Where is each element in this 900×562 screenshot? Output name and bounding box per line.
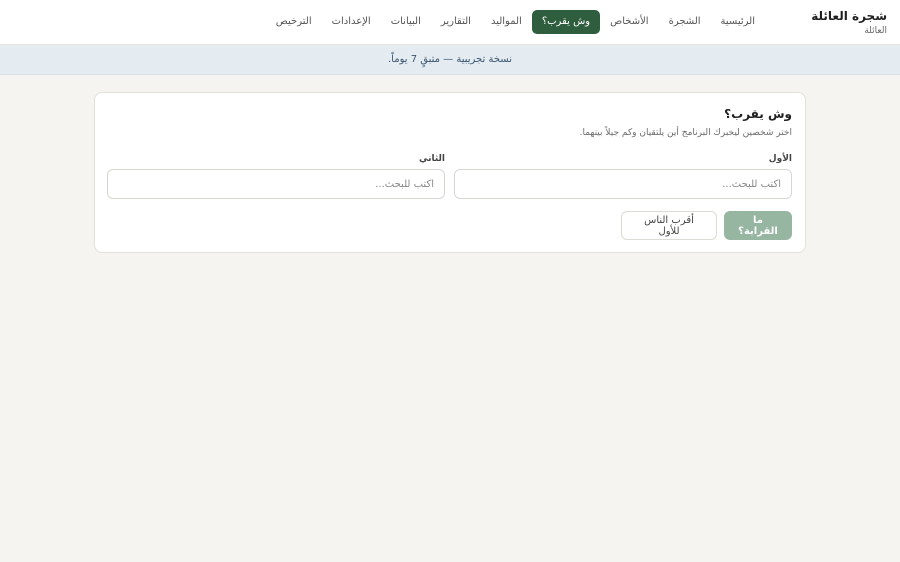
second-person-label: الثاني [418, 154, 445, 164]
nav-item-home[interactable]: الرئيسية [711, 10, 765, 34]
nav-item-settings[interactable]: الإعدادات [322, 10, 381, 34]
brand[interactable]: شجرة العائلة العائلة [811, 8, 887, 38]
trial-banner-text: نسخة تجريبية — متبقٍ 7 يوماً. [388, 54, 512, 65]
nav-item-reports[interactable]: التقارير [431, 10, 481, 34]
top-bar: شجرة العائلة العائلة الرئيسية الشجرة الأ… [0, 0, 900, 45]
second-person-search-input[interactable] [107, 169, 445, 199]
trial-banner: نسخة تجريبية — متبقٍ 7 يوماً. [0, 45, 900, 75]
nav-item-tree[interactable]: الشجرة [659, 10, 711, 34]
nav-item-relation[interactable]: وش يقرب؟ [531, 10, 601, 34]
nav-item-births[interactable]: المواليد [481, 10, 532, 34]
card-description: اختر شخصين ليخبرك البرنامج أين يلتقيان و… [579, 128, 792, 138]
first-person-search-input[interactable] [454, 169, 792, 199]
main-nav: الرئيسية الشجرة الأشخاص وش يقرب؟ الموالي… [266, 10, 765, 34]
closest-relatives-button[interactable]: أقرب الناس للأول [621, 211, 717, 240]
nav-item-people[interactable]: الأشخاص [600, 10, 658, 34]
nav-item-data[interactable]: البيانات [381, 10, 431, 34]
app-subtitle: العائلة [864, 26, 887, 36]
nav-item-license[interactable]: الترخيص [266, 10, 322, 34]
first-person-label: الأول [768, 154, 792, 164]
app-title: شجرة العائلة [811, 9, 887, 23]
card-title: وش يقرب؟ [724, 107, 792, 121]
relation-finder-card: وش يقرب؟ اختر شخصين ليخبرك البرنامج أين … [94, 92, 806, 253]
find-relation-button[interactable]: ما القرابة؟ [724, 211, 792, 240]
